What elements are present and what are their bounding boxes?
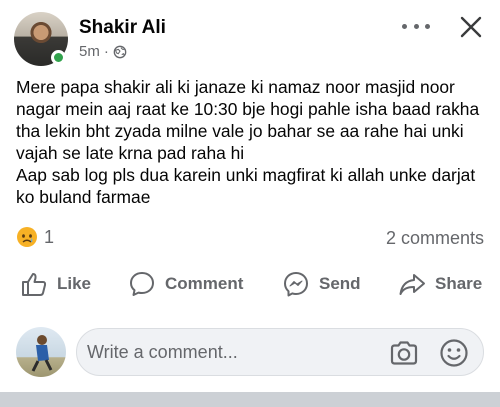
emoji-icon[interactable] — [439, 338, 469, 368]
share-label: Share — [435, 274, 483, 293]
share-arrow-icon — [399, 274, 425, 295]
close-icon[interactable] — [458, 14, 484, 40]
comments-count[interactable]: 2 comments — [386, 228, 484, 249]
post-body-text: Mere papa shakir ali ki janaze ki namaz … — [16, 77, 480, 207]
user-photo-icon — [31, 335, 53, 372]
reaction-summary[interactable]: 1 — [16, 226, 54, 248]
comment-button[interactable]: Comment — [128, 270, 243, 298]
comment-input[interactable]: Write a comment... — [76, 328, 484, 376]
globe-icon[interactable] — [113, 45, 127, 59]
post-time[interactable]: 5m — [79, 43, 100, 60]
like-label: Like — [57, 274, 92, 293]
meta-separator: · — [103, 43, 109, 60]
comment-label: Comment — [165, 274, 244, 293]
send-label: Send — [319, 274, 361, 293]
send-button[interactable]: Send — [282, 270, 361, 298]
author-name[interactable]: Shakir Ali — [79, 17, 166, 39]
post-actions-bar: Like Comment Send Share — [0, 264, 500, 304]
share-button[interactable]: Share — [398, 270, 482, 298]
camera-icon[interactable] — [389, 340, 419, 366]
online-status-dot — [51, 50, 66, 65]
messenger-icon — [284, 272, 308, 297]
like-button[interactable]: Like — [20, 270, 91, 298]
comment-placeholder: Write a comment... — [87, 342, 238, 362]
current-user-avatar[interactable] — [16, 327, 66, 377]
post-header: Shakir Ali 5m · — [0, 0, 500, 70]
thumbs-up-icon — [22, 273, 47, 296]
comment-composer: Write a comment... — [0, 318, 500, 388]
reaction-count: 1 — [44, 226, 55, 247]
sad-reaction-icon — [17, 227, 37, 247]
comment-bubble-icon — [130, 272, 154, 296]
bottom-divider — [0, 392, 500, 407]
more-options-icon[interactable] — [402, 16, 430, 36]
post-meta: 5m · — [79, 43, 127, 60]
